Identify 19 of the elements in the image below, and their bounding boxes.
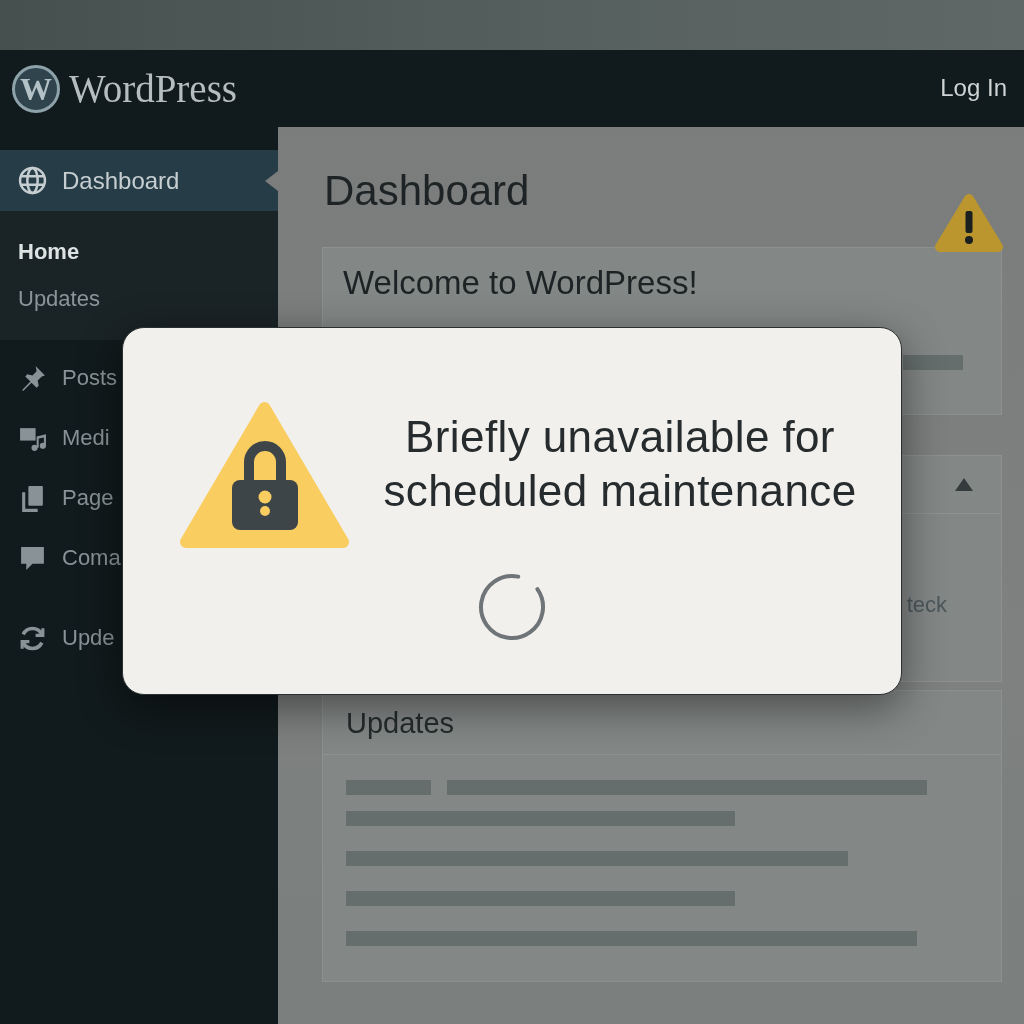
login-link[interactable]: Log In — [940, 74, 1007, 103]
menu-item[interactable]: Coma — [0, 528, 121, 588]
dialog-message: Briefly unavailable for scheduled maintenance — [382, 411, 858, 517]
globe-icon — [18, 166, 47, 195]
menu-item[interactable]: Posts — [0, 348, 118, 408]
toggle-arrow-icon[interactable] — [955, 478, 973, 491]
placeholder-bar — [903, 355, 963, 370]
menu-item[interactable]: Page — [0, 468, 114, 528]
panel-title: Updates — [346, 705, 454, 740]
menu-item[interactable]: Dashboard — [0, 150, 278, 211]
panel-title: Welcome to WordPress! — [342, 263, 698, 303]
warning-icon — [935, 193, 1003, 253]
logo-mark: W — [12, 64, 60, 113]
submenu-item[interactable]: Home — [0, 228, 84, 275]
menu-item[interactable]: Medi — [0, 408, 110, 468]
site-name: WordPress — [69, 69, 238, 108]
menu-item[interactable]: Upde — [0, 608, 115, 668]
submenu-item[interactable]: Updates — [0, 275, 104, 322]
page-title: Dashboard — [324, 167, 530, 215]
